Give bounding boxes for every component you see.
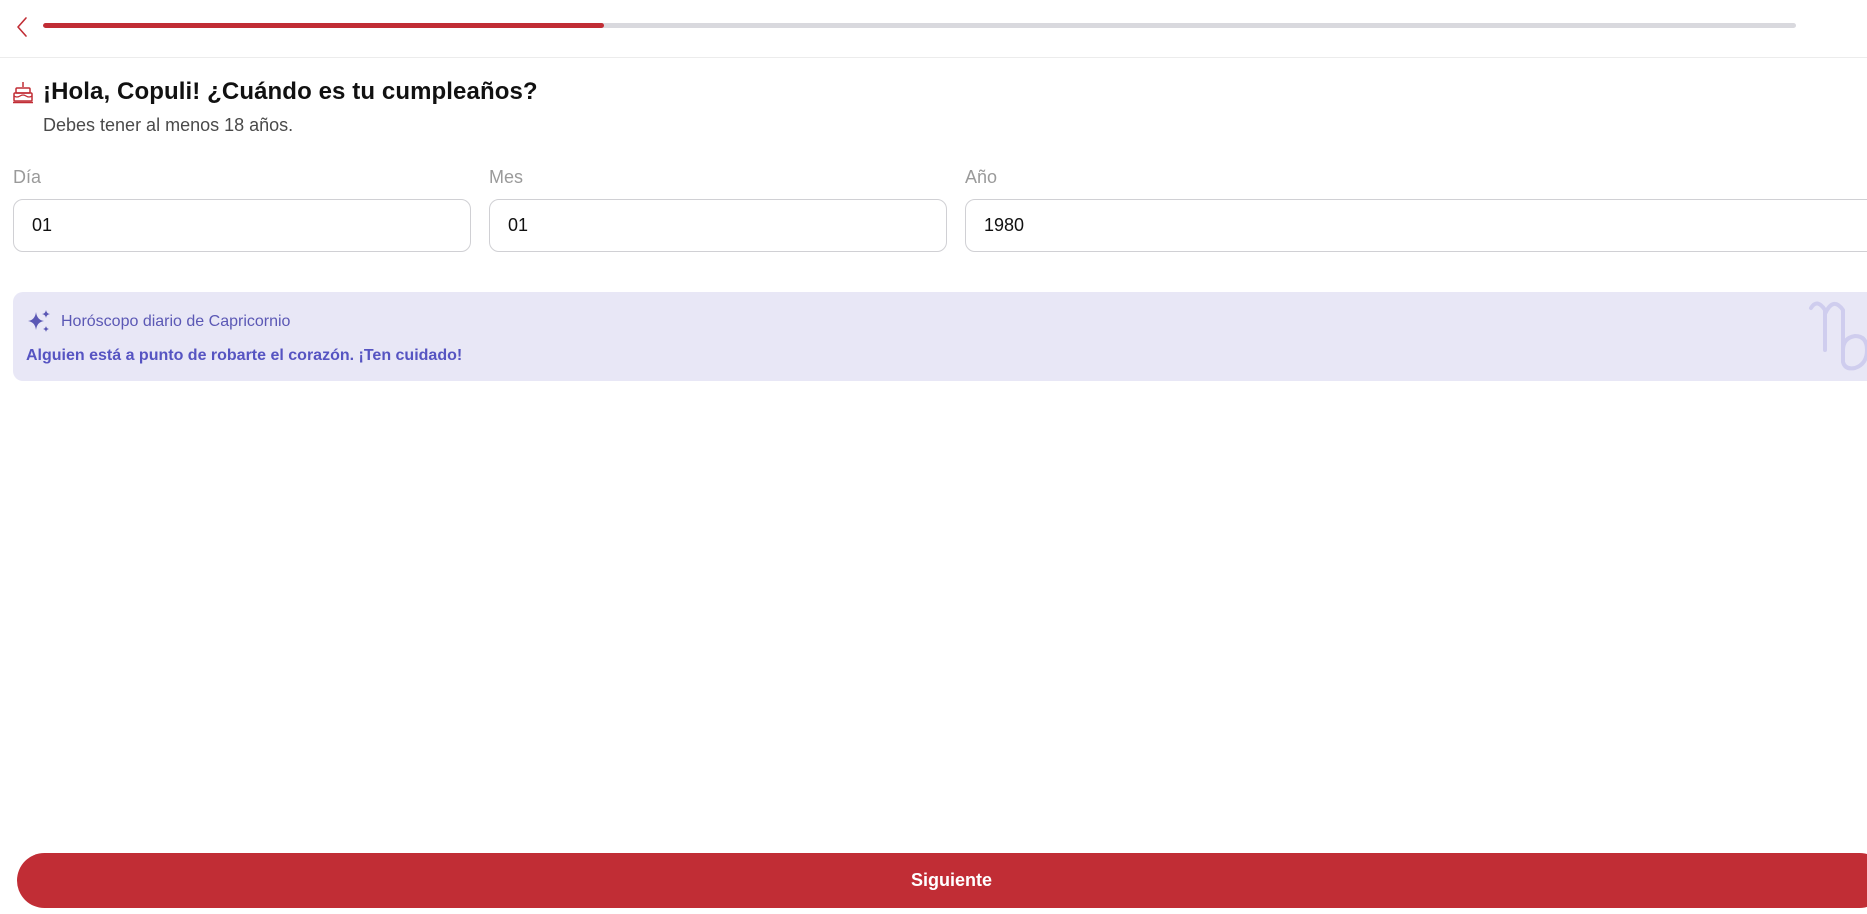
back-button[interactable]: [10, 12, 34, 42]
next-button[interactable]: Siguiente: [17, 853, 1867, 908]
horoscope-label: Horóscopo diario de Capricornio: [61, 313, 291, 330]
sparkle-icon: [28, 310, 50, 332]
progress-bar: [43, 23, 1796, 28]
year-input[interactable]: [965, 199, 1867, 252]
chevron-left-icon: [17, 17, 27, 37]
page-subtitle: Debes tener al menos 18 años.: [43, 115, 294, 135]
horoscope-card: Horóscopo diario de Capricornio Alguien …: [13, 292, 1867, 381]
birthday-cake-icon: [12, 80, 34, 104]
progress-fill: [43, 23, 604, 28]
year-label: Año: [965, 167, 998, 187]
top-bar: [0, 0, 1867, 58]
next-button-label: Siguiente: [911, 870, 993, 890]
month-label: Mes: [489, 167, 524, 187]
day-input[interactable]: [13, 199, 471, 252]
day-label: Día: [13, 167, 42, 187]
month-input[interactable]: [489, 199, 947, 252]
capricorn-icon: [1809, 301, 1867, 371]
horoscope-message: Alguien está a punto de robarte el coraz…: [26, 347, 463, 364]
heading: ¡Hola, Copuli! ¿Cuándo es tu cumpleaños?: [12, 78, 538, 106]
page-title: ¡Hola, Copuli! ¿Cuándo es tu cumpleaños?: [43, 78, 538, 105]
